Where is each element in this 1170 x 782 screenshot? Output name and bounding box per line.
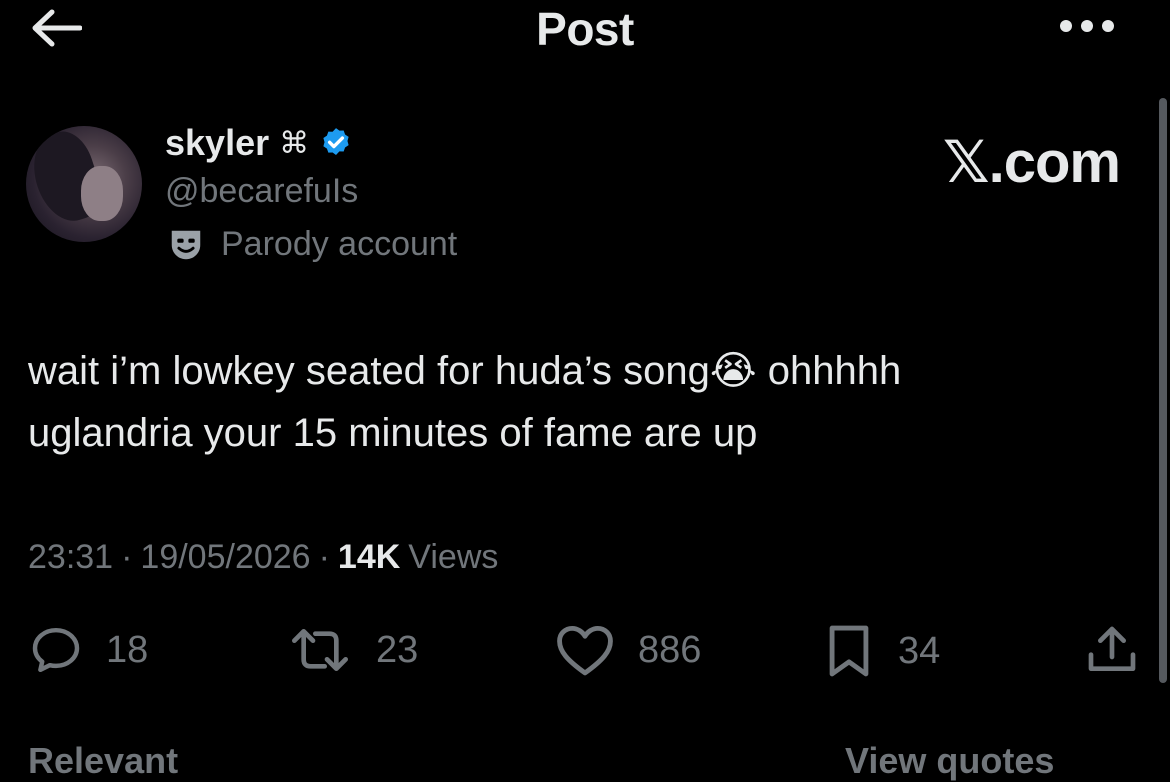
verified-badge-icon (323, 128, 349, 156)
xcom-watermark: 𝕏.com (942, 130, 1121, 195)
sort-relevant-button[interactable]: Relevant (28, 740, 178, 782)
author-name[interactable]: skyler (165, 122, 269, 164)
views-label[interactable]: Views (408, 538, 498, 577)
heart-icon (557, 625, 613, 676)
tweet-text: wait i’m lowkey seated for huda’s song😭 … (28, 340, 1088, 464)
reply-icon (32, 627, 80, 673)
repost-button[interactable]: 23 (286, 622, 418, 678)
parody-text: Parody account (221, 225, 458, 263)
tweet-meta: 23:31 · 19/05/2026 · 14K Views (28, 538, 498, 577)
more-dot (1102, 20, 1114, 32)
repost-count: 23 (376, 628, 419, 671)
meta-separator: · (318, 538, 330, 576)
scrollbar[interactable] (1159, 98, 1167, 683)
action-bar: 18 23 886 34 (0, 622, 1170, 692)
parody-label: Parody account (167, 225, 457, 264)
tweet-line2-text: uglandria your 15 minutes of fame are up (28, 411, 758, 455)
more-options-button[interactable] (1060, 20, 1114, 32)
views-count[interactable]: 14K (338, 538, 400, 577)
author-handle[interactable]: @becarefuIs (165, 172, 358, 211)
tweet-line1-end: ohhhhh (756, 349, 902, 393)
reply-button[interactable]: 18 (28, 622, 148, 678)
top-bar: Post (0, 0, 1170, 60)
meta-separator: · (121, 538, 133, 576)
bookmark-icon (829, 625, 869, 677)
repost-icon (292, 629, 348, 671)
share-icon (1088, 626, 1136, 671)
reply-count: 18 (106, 628, 149, 671)
bookmark-button[interactable]: 34 (822, 622, 940, 680)
author-name-row[interactable]: skyler ⌘ (165, 122, 353, 164)
command-symbol: ⌘ (279, 126, 310, 160)
more-dot (1060, 20, 1072, 32)
share-button[interactable] (1084, 622, 1140, 678)
like-button[interactable]: 886 (554, 622, 701, 678)
tweet-date[interactable]: 19/05/2026 (140, 538, 310, 577)
tweet-line1-text: wait i’m lowkey seated for huda’s song (28, 349, 710, 393)
mask-icon (171, 230, 201, 259)
like-count: 886 (638, 628, 702, 671)
page-title: Post (536, 3, 634, 55)
more-dot (1081, 20, 1093, 32)
bookmark-count: 34 (898, 629, 941, 672)
view-quotes-link[interactable]: View quotes (845, 740, 1054, 782)
avatar-face (81, 166, 123, 221)
crying-emoji: 😭 (709, 349, 757, 393)
avatar[interactable] (26, 126, 142, 242)
tweet-time[interactable]: 23:31 (28, 538, 113, 577)
